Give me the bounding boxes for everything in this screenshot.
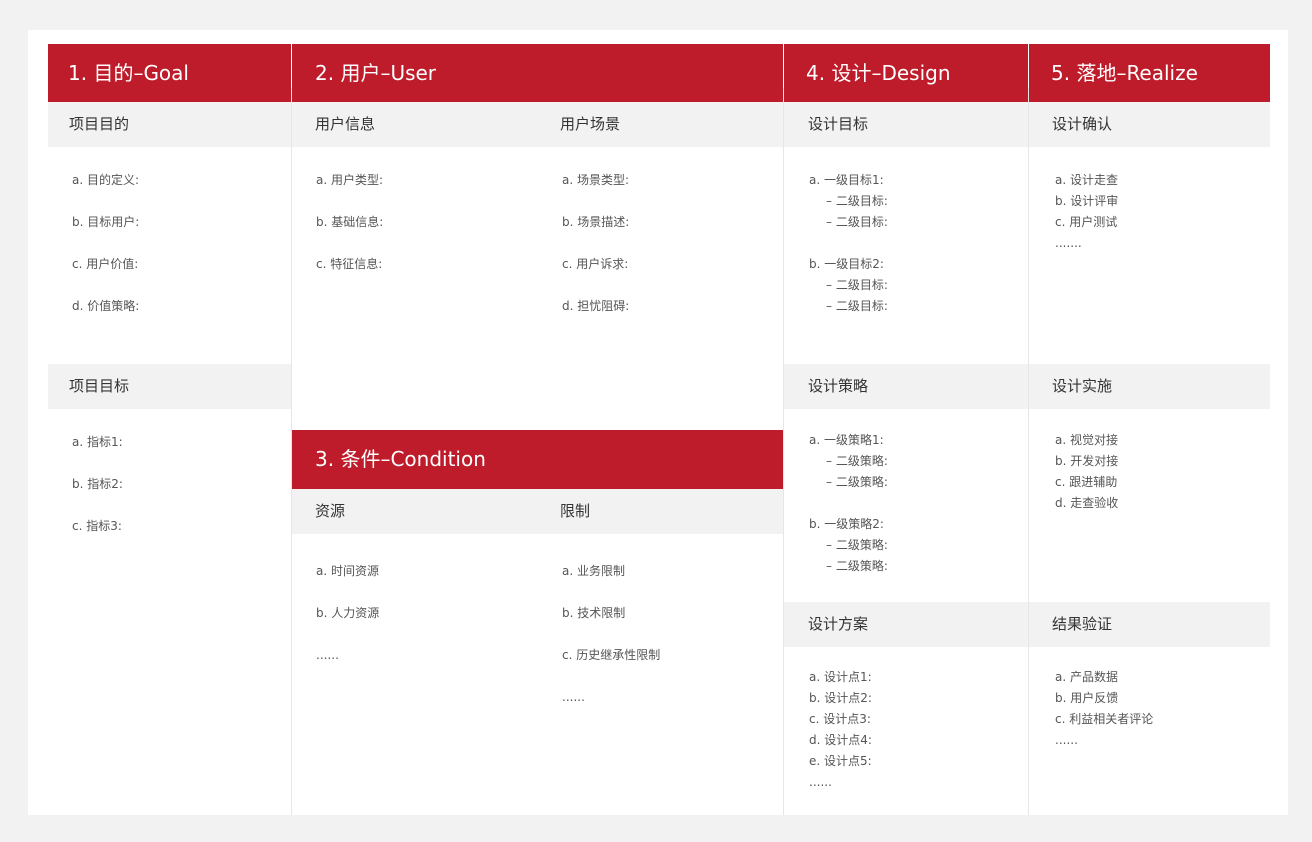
column-divider	[783, 88, 784, 815]
list-item: – 二级策略:	[826, 475, 888, 489]
user-scene-header: 用户场景	[560, 115, 621, 133]
goal-purpose-list: a. 目的定义: b. 目标用户: c. 用户价值: d. 价值策略:	[72, 171, 139, 339]
list-item: – 二级目标:	[826, 278, 888, 292]
list-item: ......	[809, 775, 832, 789]
list-item: ......	[562, 690, 585, 704]
list-item: c. 用户价值:	[72, 257, 139, 271]
list-item: a. 产品数据	[1055, 670, 1118, 684]
list-item: ......	[316, 648, 339, 662]
condition-limit-list: a. 业务限制 b. 技术限制 c. 历史继承性限制 ......	[562, 562, 660, 730]
goal-target-header: 项目目标	[48, 364, 291, 409]
list-item: b. 一级目标2:	[809, 257, 884, 271]
list-item: c. 特征信息:	[316, 257, 383, 271]
list-item: b. 目标用户:	[72, 215, 140, 229]
list-item: a. 指标1:	[72, 435, 123, 449]
condition-resource-list: a. 时间资源 b. 人力资源 ......	[316, 562, 379, 688]
list-item: c. 设计点3:	[809, 712, 871, 726]
list-item: d. 担忧阻碍:	[562, 299, 630, 313]
design-goal-list: a. 一级目标1: – 二级目标: – 二级目标: b. 一级目标2: – 二级…	[809, 171, 888, 318]
list-item: a. 设计走查	[1055, 173, 1118, 187]
list-item: c. 用户测试	[1055, 215, 1118, 229]
condition-subheader-bar: 资源 限制	[292, 489, 783, 534]
list-item: b. 开发对接	[1055, 454, 1119, 468]
list-item: ......	[1055, 733, 1078, 747]
list-item: – 二级策略:	[826, 559, 888, 573]
list-item: c. 用户诉求:	[562, 257, 629, 271]
goal-header: 1. 目的–Goal	[48, 44, 291, 102]
design-strategy-list: a. 一级策略1: – 二级策略: – 二级策略: b. 一级策略2: – 二级…	[809, 431, 888, 578]
list-item: d. 设计点4:	[809, 733, 872, 747]
list-item: b. 技术限制	[562, 606, 626, 620]
list-item: – 二级策略:	[826, 454, 888, 468]
list-item: – 二级目标:	[826, 194, 888, 208]
list-item: c. 利益相关者评论	[1055, 712, 1154, 726]
list-item: a. 用户类型:	[316, 173, 384, 187]
design-canvas: 1. 目的–Goal 项目目的 a. 目的定义: b. 目标用户: c. 用户价…	[28, 30, 1288, 815]
design-header: 4. 设计–Design	[784, 44, 1028, 102]
list-item: – 二级目标:	[826, 215, 888, 229]
design-plan-header: 设计方案	[784, 602, 1028, 647]
condition-limit-header: 限制	[560, 502, 591, 520]
design-goal-header: 设计目标	[784, 102, 1028, 147]
list-item: a. 一级目标1:	[809, 173, 884, 187]
list-item: c. 历史继承性限制	[562, 648, 661, 662]
realize-implement-list: a. 视觉对接 b. 开发对接 c. 跟进辅助 d. 走查验收	[1055, 431, 1118, 515]
list-item: – 二级目标:	[826, 299, 888, 313]
list-item: b. 设计评审	[1055, 194, 1119, 208]
list-item: d. 价值策略:	[72, 299, 140, 313]
user-scene-list: a. 场景类型: b. 场景描述: c. 用户诉求: d. 担忧阻碍:	[562, 171, 629, 339]
list-item: a. 时间资源	[316, 564, 379, 578]
realize-verify-header: 结果验证	[1029, 602, 1270, 647]
realize-implement-header: 设计实施	[1029, 364, 1270, 409]
list-item: a. 目的定义:	[72, 173, 140, 187]
column-divider	[1028, 88, 1029, 815]
list-item: a. 场景类型:	[562, 173, 630, 187]
list-item: a. 一级策略1:	[809, 433, 884, 447]
list-item: a. 业务限制	[562, 564, 625, 578]
list-item: c. 跟进辅助	[1055, 475, 1118, 489]
design-strategy-header: 设计策略	[784, 364, 1028, 409]
user-info-header: 用户信息	[315, 115, 376, 133]
list-item: b. 人力资源	[316, 606, 380, 620]
list-item: b. 指标2:	[72, 477, 123, 491]
goal-purpose-header: 项目目的	[48, 102, 291, 147]
realize-verify-list: a. 产品数据 b. 用户反馈 c. 利益相关者评论 ......	[1055, 668, 1153, 752]
list-item: a. 设计点1:	[809, 670, 872, 684]
list-item: c. 指标3:	[72, 519, 122, 533]
list-item: b. 设计点2:	[809, 691, 872, 705]
goal-target-list: a. 指标1: b. 指标2: c. 指标3:	[72, 433, 123, 559]
list-item: .......	[1055, 236, 1082, 250]
realize-header: 5. 落地–Realize	[1029, 44, 1270, 102]
design-plan-list: a. 设计点1: b. 设计点2: c. 设计点3: d. 设计点4: e. 设…	[809, 668, 872, 794]
list-item: b. 一级策略2:	[809, 517, 884, 531]
list-item: b. 场景描述:	[562, 215, 630, 229]
list-item: e. 设计点5:	[809, 754, 872, 768]
user-subheader-bar: 用户信息 用户场景	[292, 102, 783, 147]
condition-resource-header: 资源	[315, 502, 346, 520]
user-header: 2. 用户–User	[292, 44, 783, 102]
condition-header: 3. 条件–Condition	[292, 430, 783, 489]
realize-confirm-header: 设计确认	[1029, 102, 1270, 147]
list-item: a. 视觉对接	[1055, 433, 1118, 447]
list-item: b. 用户反馈	[1055, 691, 1119, 705]
list-item: – 二级策略:	[826, 538, 888, 552]
list-item: d. 走查验收	[1055, 496, 1119, 510]
realize-confirm-list: a. 设计走查 b. 设计评审 c. 用户测试 .......	[1055, 171, 1118, 255]
user-info-list: a. 用户类型: b. 基础信息: c. 特征信息:	[316, 171, 383, 297]
list-item: b. 基础信息:	[316, 215, 384, 229]
